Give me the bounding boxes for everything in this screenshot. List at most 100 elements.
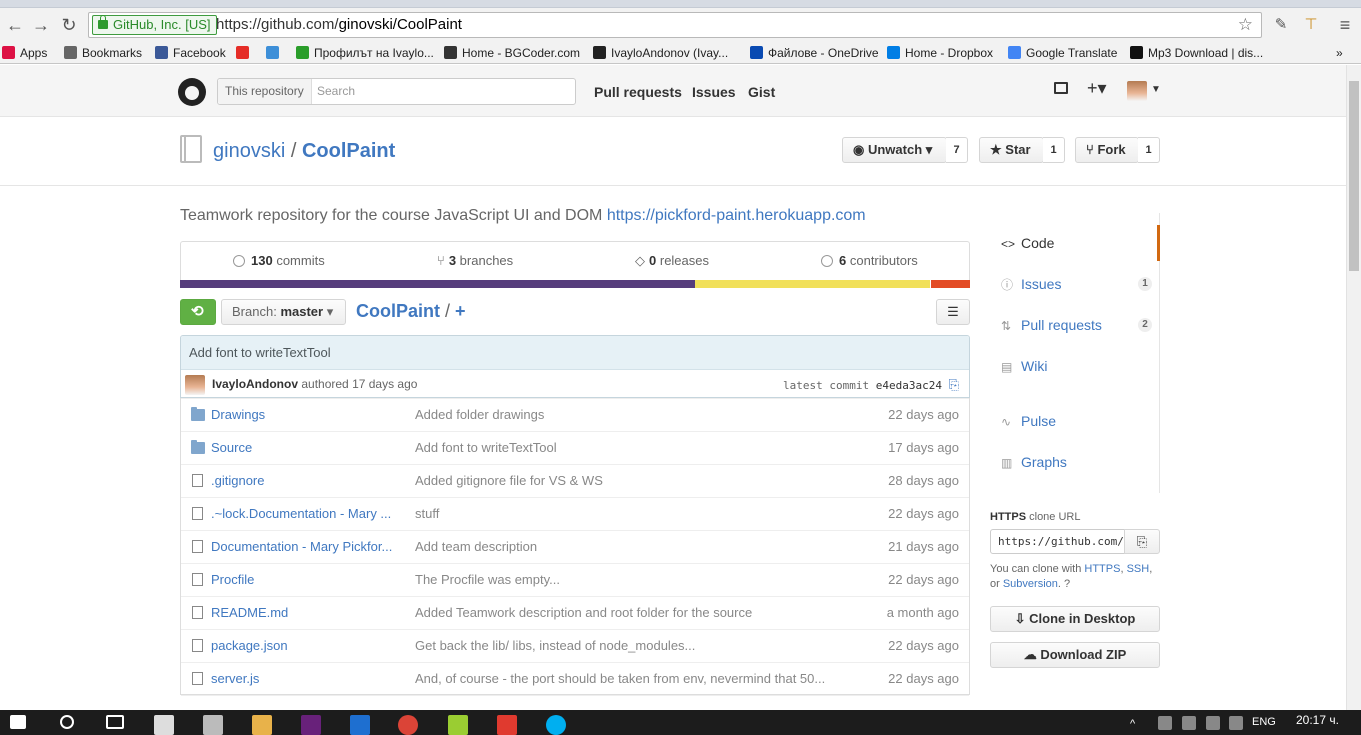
unwatch-button[interactable]: ◉ Unwatch ▾ [842,137,947,163]
compare-button[interactable] [180,299,216,325]
calculator-icon[interactable] [203,715,223,735]
language-bar[interactable] [180,280,970,288]
reload-icon[interactable]: ↻ [58,14,80,36]
language-segment[interactable] [695,280,931,288]
tab-strip[interactable] [0,0,1361,8]
repo-owner-link[interactable]: ginovski [213,140,285,162]
url-text[interactable]: https://github.com/ginovski/CoolPaint [216,16,462,34]
fork-button[interactable]: ⑂ Fork [1075,137,1139,163]
releases-link[interactable]: ◇ 0 releases [635,253,709,269]
chrome-icon[interactable] [398,715,418,735]
sidebar-item-pulse[interactable]: ∿ Pulse [990,403,1160,439]
photos-icon[interactable] [448,715,468,735]
ev-certificate-badge[interactable]: GitHub, Inc. [US] [92,15,217,35]
bookmark-item[interactable] [236,45,254,61]
windows-start-icon[interactable] [10,715,26,729]
sidebar-item-wiki[interactable]: ▤ Wiki [990,348,1160,384]
language-segment[interactable] [930,280,970,288]
visual-studio-icon[interactable] [301,715,321,735]
contributors-link[interactable]: 6 contributors [821,253,918,268]
file-name-link[interactable]: server.js [211,671,401,686]
file-commit-message[interactable]: The Procfile was empty... [415,572,835,587]
file-name-link[interactable]: README.md [211,605,401,620]
author-avatar[interactable] [185,375,205,395]
fork-count[interactable]: 1 [1138,137,1160,163]
bookmarks-more-button[interactable]: » [1336,45,1343,61]
bookmark-item[interactable]: IvayloAndonov (Ivay... [593,45,728,61]
bookmark-item[interactable]: Home - BGCoder.com [444,45,580,61]
tray-chevron-icon[interactable]: ^ [1130,718,1144,730]
bookmark-star-icon[interactable]: ☆ [1238,15,1253,35]
download-zip-button[interactable]: ☁ Download ZIP [990,642,1160,668]
branch-select[interactable]: Branch: master ▾ [221,299,346,325]
file-name-link[interactable]: Source [211,440,401,455]
list-view-icon[interactable]: ☰ [936,299,970,325]
system-clock[interactable]: 20:17 ч. [1296,713,1339,727]
notifications-icon[interactable] [1054,82,1068,94]
action-center-icon[interactable] [1229,716,1243,730]
file-name-link[interactable]: .~lock.Documentation - Mary ... [211,506,401,521]
file-name-link[interactable]: Documentation - Mary Pickfor... [211,539,401,554]
watch-count[interactable]: 7 [946,137,968,163]
edge-icon[interactable] [350,715,370,735]
bookmark-item[interactable]: Home - Dropbox [887,45,993,61]
user-avatar[interactable] [1127,81,1147,101]
nav-issues[interactable]: Issues [692,84,736,100]
nav-pull-requests[interactable]: Pull requests [594,84,682,100]
search-box[interactable]: This repository Search [217,78,576,105]
sidebar-item-issues[interactable]: ⓘ Issues 1 [990,266,1160,302]
pdf-reader-icon[interactable] [497,715,517,735]
commit-sha-link[interactable]: e4eda3ac24 [876,379,942,392]
sidebar-item-pull-requests[interactable]: ⇅ Pull requests 2 [990,307,1160,343]
forward-icon[interactable]: → [30,14,52,36]
file-commit-message[interactable]: Added Teamwork description and root fold… [415,605,835,620]
copy-clone-url-icon[interactable]: ⎘ [1124,529,1160,554]
chevron-down-icon[interactable]: ▼ [1151,84,1161,95]
bookmark-item[interactable] [266,45,284,61]
repo-name-link[interactable]: CoolPaint [302,140,395,162]
bookmark-item[interactable]: Apps [2,45,47,61]
clone-subversion-link[interactable]: Subversion [1003,578,1058,590]
store-icon[interactable] [154,715,174,735]
create-new-icon[interactable]: +▾ [1087,78,1107,99]
commits-link[interactable]: 130 commits [233,253,325,268]
file-commit-message[interactable]: stuff [415,506,835,521]
page-scrollbar[interactable] [1346,65,1361,710]
address-bar[interactable]: GitHub, Inc. [US] https://github.com/gin… [88,12,1262,38]
menu-icon[interactable]: ≡ [1334,14,1356,36]
commit-message[interactable]: Add font to writeTextTool [181,336,969,369]
file-name-link[interactable]: Drawings [211,407,401,422]
file-name-link[interactable]: .gitignore [211,473,401,488]
clone-https-link[interactable]: HTTPS [1084,563,1120,575]
file-commit-message[interactable]: Add font to writeTextTool [415,440,835,455]
bookmark-item[interactable]: Профилът на Ivaylo... [296,45,434,61]
clone-ssh-link[interactable]: SSH [1127,563,1150,575]
clipboard-icon[interactable]: ⎘ [949,378,959,393]
language-segment[interactable] [180,280,696,288]
bookmark-item[interactable]: Google Translate [1008,45,1117,61]
scrollbar-thumb[interactable] [1349,81,1359,271]
network-icon[interactable] [1158,716,1172,730]
eyedropper-icon[interactable]: ✎ [1270,14,1292,36]
back-icon[interactable]: ← [4,14,26,36]
skype-icon[interactable] [546,715,566,735]
search-input[interactable]: Search [317,79,355,104]
bookmark-item[interactable]: Mp3 Download | dis... [1130,45,1263,61]
star-count[interactable]: 1 [1043,137,1065,163]
file-commit-message[interactable]: Added folder drawings [415,407,835,422]
branches-link[interactable]: ⑂ 3 branches [437,253,513,268]
file-name-link[interactable]: Procfile [211,572,401,587]
bookmark-item[interactable]: Facebook [155,45,226,61]
wifi-icon[interactable] [1206,716,1220,730]
input-language[interactable]: ENG [1252,716,1276,728]
volume-icon[interactable] [1182,716,1196,730]
file-commit-message[interactable]: Add team description [415,539,835,554]
breadcrumb-repo-link[interactable]: CoolPaint [356,301,440,321]
file-commit-message[interactable]: And, of course - the port should be take… [415,671,835,686]
repo-homepage-link[interactable]: https://pickford-paint.herokuapp.com [607,207,866,224]
file-explorer-icon[interactable] [252,715,272,735]
clone-url-input[interactable]: https://github.com/ginovski/CoolPaint.gi… [990,529,1125,554]
file-commit-message[interactable]: Added gitignore file for VS & WS [415,473,835,488]
file-name-link[interactable]: package.json [211,638,401,653]
file-commit-message[interactable]: Get back the lib/ libs, instead of node_… [415,638,835,653]
